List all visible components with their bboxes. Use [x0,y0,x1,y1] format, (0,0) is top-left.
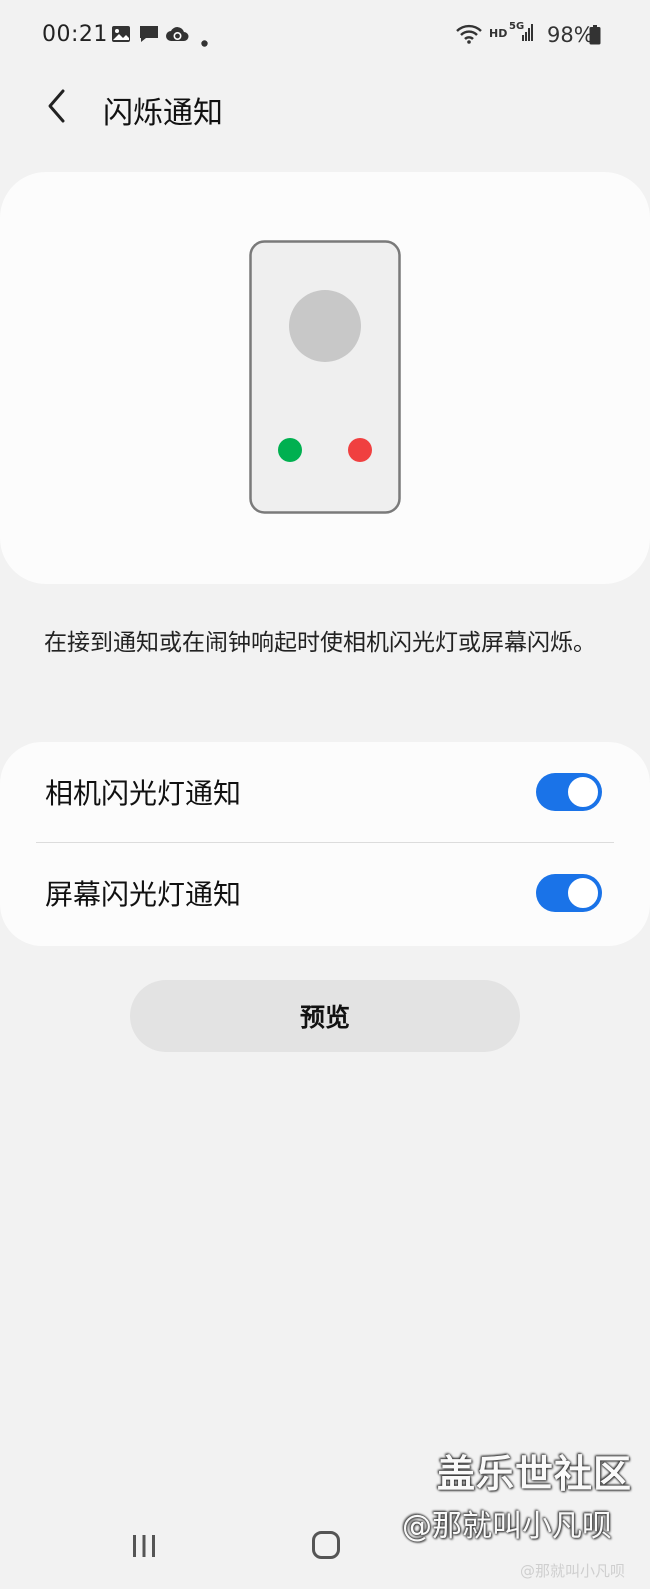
toggle-knob [566,876,600,910]
battery-icon [589,25,601,49]
hd-volte-icon: HD [489,27,508,40]
status-time: 00:21 [42,22,108,47]
chevron-left-icon [44,88,68,128]
battery-percent: 98% [547,23,594,47]
screen-flash-notification-row[interactable]: 屏幕闪光灯通知 [0,843,650,943]
caller-avatar [289,290,361,362]
camera-flash-notification-row[interactable]: 相机闪光灯通知 [0,742,650,842]
preview-button-label: 预览 [299,1003,350,1032]
screen-flash-notification-label: 屏幕闪光灯通知 [45,878,242,911]
wifi-icon [455,23,483,49]
watermark-logo: 盖乐世社区 [437,1452,633,1496]
watermark-small: @那就叫小凡呗 [520,1562,626,1580]
network-label: 5G [509,21,525,32]
camera-flash-notification-toggle[interactable] [536,773,602,811]
toggle-knob [566,775,600,809]
preview-button[interactable]: 预览 [130,980,520,1052]
recents-icon[interactable] [130,1532,158,1564]
decline-call-dot [348,438,372,462]
home-icon[interactable] [311,1530,341,1564]
gallery-icon [111,24,131,48]
back-button[interactable] [36,86,76,130]
accept-call-dot [278,438,302,462]
watermark-user: @那就叫小凡呗 [402,1509,612,1544]
5g-signal-icon: 5G [509,21,535,45]
app-header: 闪烁通知 [0,72,650,144]
status-bar: 00:21 HD 5G 98% [0,0,650,72]
page-title: 闪烁通知 [103,96,223,131]
cloud-sync-icon [165,24,189,48]
illustration-card [0,172,650,584]
description-text: 在接到通知或在闹钟响起时使相机闪光灯或屏幕闪烁。 [44,630,596,656]
message-icon [138,24,160,48]
phone-illustration [249,240,401,518]
dot-icon [201,32,208,51]
screen-flash-notification-toggle[interactable] [536,874,602,912]
camera-flash-notification-label: 相机闪光灯通知 [45,777,242,810]
settings-card: 相机闪光灯通知 屏幕闪光灯通知 [0,742,650,946]
